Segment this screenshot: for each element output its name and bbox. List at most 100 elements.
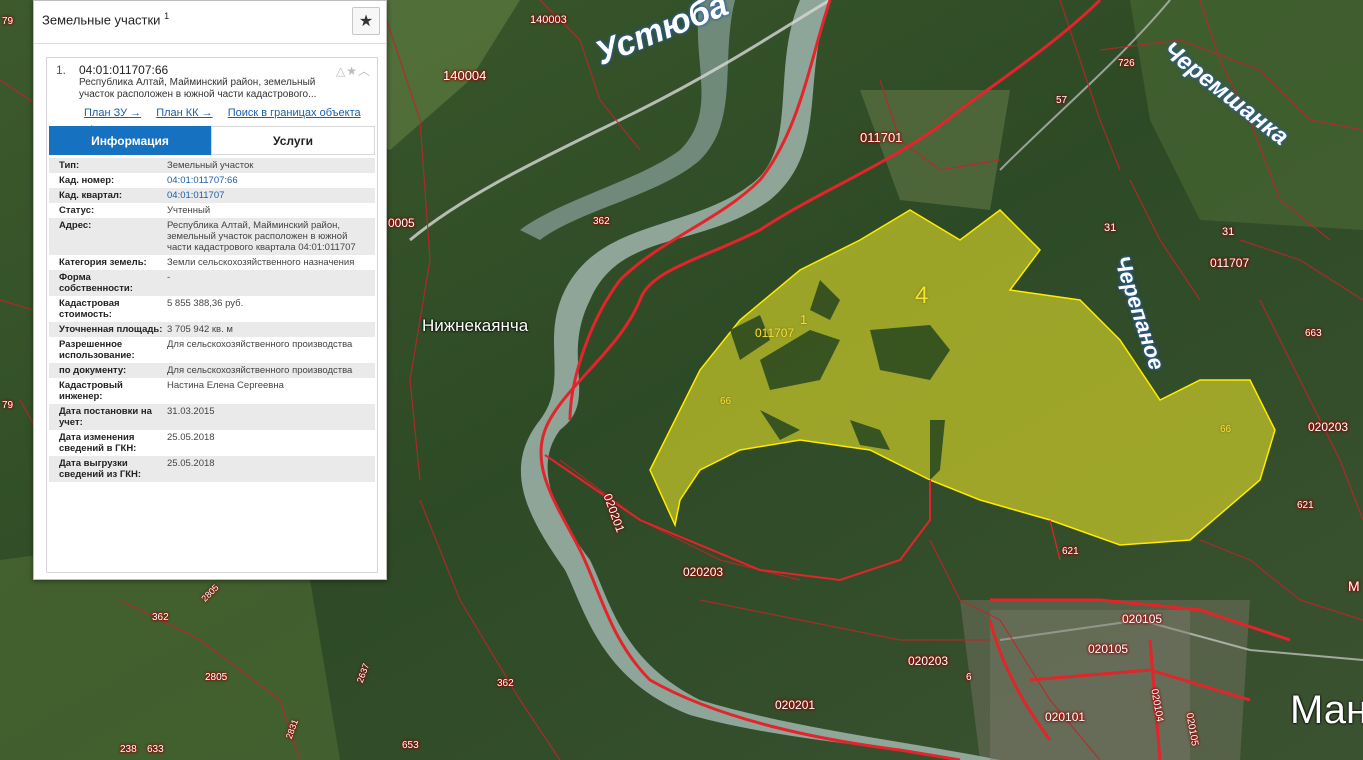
info-row: Тип: Земельный участок [49,158,375,173]
info-row: Категория земель: Земли сельскохозяйствен… [49,255,375,270]
info-row: Кадастровый инженер: Настина Елена Сергее… [49,378,375,404]
info-row: Статус: Учтенный [49,203,375,218]
divider [34,43,386,44]
info-row: по документу: Для сельскохозяйственного п… [49,363,375,378]
info-row-value: Настина Елена Сергеевна [167,380,284,391]
warning-icon[interactable]: △ [336,64,346,78]
cad-label: 020203 [1308,420,1349,434]
quarter-plan-link[interactable]: План КК → [156,107,212,119]
info-table: Тип: Земельный участок Кад. номер: 04:01:01… [49,158,375,482]
plot-plan-link[interactable]: План ЗУ → [84,107,141,119]
cad-label: M [1348,578,1360,594]
info-row: Разрешенное использование: Для сельскохоз… [49,337,375,363]
info-row-value: 25.05.2018 [167,458,215,469]
cad-label: 011701 [860,130,903,145]
parcel-label-66a: 66 [720,396,732,407]
cad-label: 31 [1222,226,1235,238]
result-card[interactable]: 1. 04:01:011707:66 Республика Алтай, Май… [46,57,378,573]
parcel-label-quarter: 011707 [755,326,795,340]
parcel-label-1: 1 [800,312,808,327]
cad-label: 020105 [1122,612,1163,626]
tabs: Информация Услуги [49,126,375,155]
info-row-value: Земли сельскохозяйственного назначения [167,257,355,268]
info-row: Уточненная площадь: 3 705 942 кв. м [49,322,375,337]
info-row-label: Дата изменения сведений в ГКН: [59,432,137,454]
info-row-label: Тип: [59,160,80,171]
cad-label: 57 [1056,95,1068,106]
result-index: 1. [56,63,67,77]
info-row: Кад. квартал: 04:01:011707 [49,188,375,203]
panel-title-count: 1 [164,11,170,21]
cad-label: 79 [2,16,14,27]
info-row-value: Учтенный [167,205,211,216]
result-cad-number[interactable]: 04:01:011707:66 [79,63,168,77]
parcel-label-4: 4 [915,282,929,309]
favorite-button[interactable]: ★ [352,7,380,35]
info-row-label: по документу: [59,365,127,376]
cad-label: 140003 [530,14,567,26]
info-row-label: Разрешенное использование: [59,339,135,361]
cad-label: 140004 [443,68,487,83]
info-row-label: Кад. квартал: [59,190,123,201]
result-address: Республика Алтай, Майминский район, земе… [79,77,317,100]
info-row-label: Категория земель: [59,257,147,268]
star-outline-icon[interactable]: ★ [346,64,358,78]
info-row-value[interactable]: 04:01:011707 [167,190,375,201]
info-row-label: Дата выгрузки сведений из ГКН: [59,458,142,480]
cad-label: 020201 [775,698,816,712]
cad-label: 362 [152,612,169,623]
info-row-value: 3 705 942 кв. м [167,324,233,335]
info-row-value: Для сельскохозяйственного производства [167,339,353,350]
info-row-value: 31.03.2015 [167,406,215,417]
info-row-label: Кадастровая стоимость: [59,298,120,320]
cad-label: 362 [497,678,514,689]
info-row-label: Уточненная площадь: [59,324,163,335]
info-row-value: Республика Алтай, Майминский район, земе… [167,220,356,253]
cad-label: 362 [593,216,610,227]
cad-label: 011707 [1210,256,1250,270]
cad-label: 2805 [205,672,228,683]
info-row-value: - [167,272,171,283]
cad-label: 6 [966,672,972,683]
info-row: Кадастровая стоимость: 5 855 388,36 руб. [49,296,375,322]
cad-label: 020203 [908,654,949,668]
cad-label: 653 [402,740,419,751]
cad-label: 020101 [1045,710,1086,724]
card-tools[interactable]: △★︿ [336,62,371,79]
info-row: Дата выгрузки сведений из ГКН: 25.05.2018 [49,456,375,482]
place-label-nizhnekayancha: Нижнекаянча [422,316,529,335]
info-row: Адрес: Республика Алтай, Майминский район… [49,218,375,255]
info-row-label: Статус: [59,205,95,216]
cad-label: 238 [120,744,137,755]
tab-info[interactable]: Информация [49,126,211,155]
info-row-value: 25.05.2018 [167,432,215,443]
place-label-man: Ман [1290,688,1363,732]
info-row: Кад. номер: 04:01:011707:66 [49,173,375,188]
info-row-label: Кадастровый инженер: [59,380,123,402]
cad-label: 020203 [683,565,724,579]
panel-title-text: Земельные участки [42,12,161,28]
info-row-value: 5 855 388,36 руб. [167,298,244,309]
cad-label: 621 [1062,546,1079,557]
info-row-label: Адрес: [59,220,92,231]
cad-label: 621 [1297,500,1314,511]
info-row-label: Кад. номер: [59,175,115,186]
info-row-label: Дата постановки на учет: [59,406,152,428]
info-row: Дата постановки на учет: 31.03.2015 [49,404,375,430]
info-row-value: Для сельскохозяйственного производства [167,365,353,376]
cad-label: 0005 [388,216,415,230]
tab-services[interactable]: Услуги [211,126,375,155]
info-row: Дата изменения сведений в ГКН: 25.05.2018 [49,430,375,456]
cad-label: 633 [147,744,164,755]
cad-label: 79 [2,400,14,411]
panel-title: Земельные участки 1 [42,11,169,27]
info-row-label: Форма собственности: [59,272,133,294]
info-row: Форма собственности: - [49,270,375,296]
info-row-value[interactable]: 04:01:011707:66 [167,175,375,186]
parcel-label-66b: 66 [1220,424,1232,435]
info-row-value: Земельный участок [167,160,254,171]
land-plots-panel: Земельные участки 1 ★ 1. 04:01:011707:66… [33,0,387,580]
cad-label: 020105 [1088,642,1129,656]
chevron-up-icon[interactable]: ︿ [358,64,371,78]
cad-label: 31 [1104,222,1117,234]
